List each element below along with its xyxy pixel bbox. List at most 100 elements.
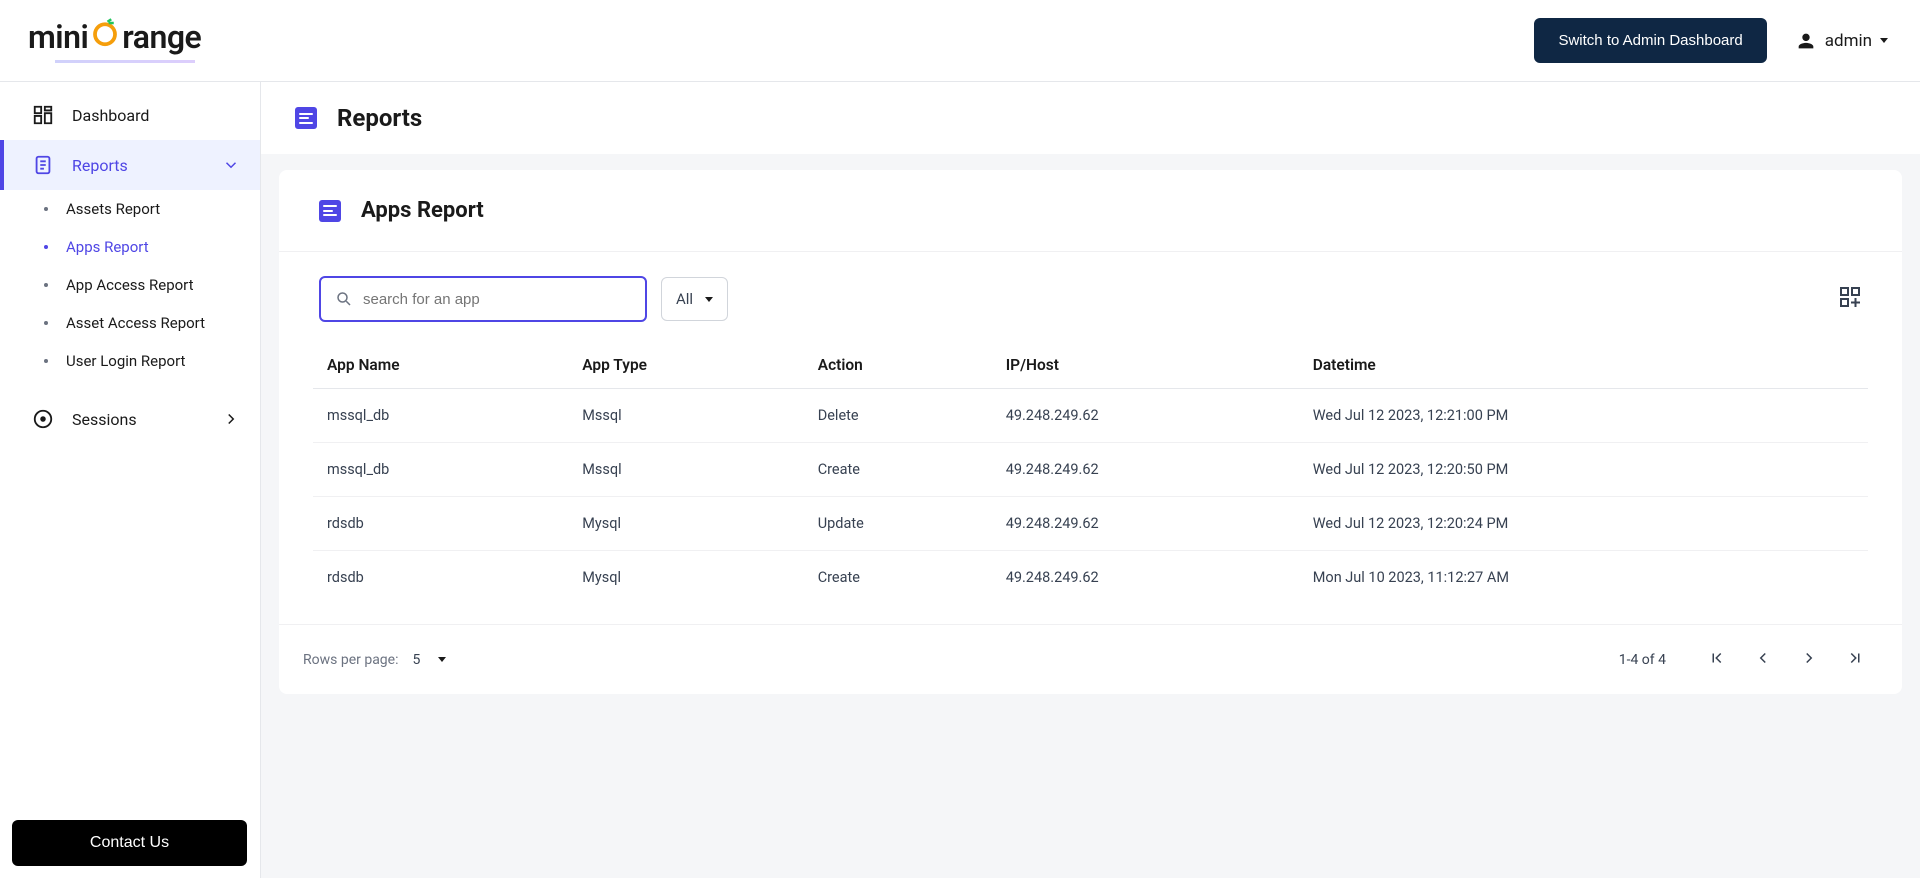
prev-page-button[interactable] [1740, 643, 1786, 676]
report-card: Apps Report All [279, 170, 1902, 694]
cell-ip: 49.248.249.62 [992, 497, 1299, 551]
user-menu[interactable]: admin [1795, 30, 1888, 52]
bullet-icon [44, 359, 48, 363]
cell-app-name: rdsdb [313, 551, 568, 605]
contact-us-button[interactable]: Contact Us [12, 820, 247, 866]
first-page-button[interactable] [1694, 643, 1740, 676]
top-bar: mini range Switch to Admin Dashboard adm… [0, 0, 1920, 82]
apps-report-table: App Name App Type Action IP/Host Datetim… [313, 342, 1868, 604]
chevron-left-icon [1754, 649, 1772, 667]
rows-per-page-label: Rows per page: [303, 652, 398, 668]
table-row: mssql_db Mssql Create 49.248.249.62 Wed … [313, 443, 1868, 497]
search-icon [335, 290, 353, 308]
cell-datetime: Wed Jul 12 2023, 12:20:50 PM [1299, 443, 1868, 497]
search-input[interactable] [353, 291, 631, 308]
cell-app-name: rdsdb [313, 497, 568, 551]
filter-value: All [676, 290, 693, 308]
cell-app-type: Mysql [568, 551, 803, 605]
dashboard-icon [32, 104, 54, 126]
content: Reports Apps Report All [261, 82, 1920, 878]
cell-datetime: Mon Jul 10 2023, 11:12:27 AM [1299, 551, 1868, 605]
table-row: rdsdb Mysql Create 49.248.249.62 Mon Jul… [313, 551, 1868, 605]
user-name: admin [1825, 31, 1872, 51]
cell-action: Create [804, 443, 992, 497]
chevron-down-icon [1880, 38, 1888, 43]
reports-icon [32, 154, 54, 176]
table-row: mssql_db Mssql Delete 49.248.249.62 Wed … [313, 389, 1868, 443]
cell-app-type: Mssql [568, 389, 803, 443]
user-icon [1795, 30, 1817, 52]
cell-action: Update [804, 497, 992, 551]
bullet-icon [44, 245, 48, 249]
cell-ip: 49.248.249.62 [992, 551, 1299, 605]
sidebar-label-sessions: Sessions [72, 410, 137, 429]
sidebar-label-reports: Reports [72, 156, 128, 175]
card-icon [319, 200, 341, 222]
sub-label: User Login Report [66, 352, 185, 370]
sidebar-sub-apps-report[interactable]: Apps Report [0, 228, 260, 266]
orange-icon [90, 18, 120, 56]
rows-per-page-select[interactable]: 5 [412, 652, 446, 668]
toolbar: All [279, 252, 1902, 332]
cell-datetime: Wed Jul 12 2023, 12:21:00 PM [1299, 389, 1868, 443]
table-row: rdsdb Mysql Update 49.248.249.62 Wed Jul… [313, 497, 1868, 551]
logo-underline [55, 60, 195, 63]
cell-app-type: Mysql [568, 497, 803, 551]
chevron-down-icon [438, 657, 446, 662]
cell-action: Delete [804, 389, 992, 443]
chevron-right-icon [1800, 649, 1818, 667]
last-page-button[interactable] [1832, 643, 1878, 676]
col-ip-host[interactable]: IP/Host [992, 342, 1299, 389]
logo[interactable]: mini range [28, 18, 201, 63]
last-page-icon [1846, 649, 1864, 667]
sidebar-sub-app-access-report[interactable]: App Access Report [0, 266, 260, 304]
sidebar-sub-asset-access-report[interactable]: Asset Access Report [0, 304, 260, 342]
sidebar-item-reports[interactable]: Reports [0, 140, 260, 190]
switch-dashboard-button[interactable]: Switch to Admin Dashboard [1534, 18, 1766, 63]
card-title: Apps Report [361, 198, 484, 223]
table-header-row: App Name App Type Action IP/Host Datetim… [313, 342, 1868, 389]
chevron-right-icon [222, 410, 240, 428]
col-action[interactable]: Action [804, 342, 992, 389]
sidebar-sub-user-login-report[interactable]: User Login Report [0, 342, 260, 380]
sidebar-label-dashboard: Dashboard [72, 106, 149, 125]
next-page-button[interactable] [1786, 643, 1832, 676]
first-page-icon [1708, 649, 1726, 667]
col-app-name[interactable]: App Name [313, 342, 568, 389]
bullet-icon [44, 321, 48, 325]
sidebar-item-dashboard[interactable]: Dashboard [0, 90, 260, 140]
sub-label: Apps Report [66, 238, 149, 256]
page-title: Reports [337, 104, 422, 132]
sub-label: App Access Report [66, 276, 194, 294]
grid-plus-icon [1838, 285, 1862, 309]
col-app-type[interactable]: App Type [568, 342, 803, 389]
logo-text-mini: mini [28, 18, 88, 56]
bullet-icon [44, 207, 48, 211]
sidebar-item-sessions[interactable]: Sessions [0, 394, 260, 444]
sessions-icon [32, 408, 54, 430]
col-datetime[interactable]: Datetime [1299, 342, 1868, 389]
pagination-info: 1-4 of 4 [1619, 652, 1666, 668]
page-icon [295, 107, 317, 129]
sidebar-sub-assets-report[interactable]: Assets Report [0, 190, 260, 228]
search-field[interactable] [319, 276, 647, 322]
cell-ip: 49.248.249.62 [992, 443, 1299, 497]
bullet-icon [44, 283, 48, 287]
cell-datetime: Wed Jul 12 2023, 12:20:24 PM [1299, 497, 1868, 551]
rows-per-page-value: 5 [412, 652, 420, 668]
cell-action: Create [804, 551, 992, 605]
cell-ip: 49.248.249.62 [992, 389, 1299, 443]
cell-app-type: Mssql [568, 443, 803, 497]
table-footer: Rows per page: 5 1-4 of 4 [279, 624, 1902, 694]
chevron-down-icon [705, 297, 713, 302]
logo-text-range: range [122, 18, 201, 56]
sidebar: Dashboard Reports Assets Report Apps Rep… [0, 82, 261, 878]
cell-app-name: mssql_db [313, 389, 568, 443]
page-header: Reports [261, 82, 1920, 154]
filter-select[interactable]: All [661, 277, 728, 321]
sub-label: Assets Report [66, 200, 160, 218]
add-widget-button[interactable] [1838, 285, 1862, 313]
cell-app-name: mssql_db [313, 443, 568, 497]
sub-label: Asset Access Report [66, 314, 205, 332]
chevron-down-icon [222, 156, 240, 174]
